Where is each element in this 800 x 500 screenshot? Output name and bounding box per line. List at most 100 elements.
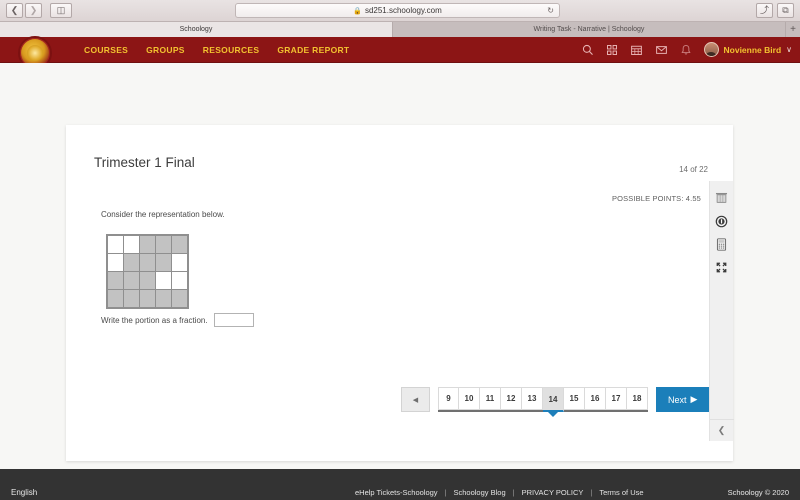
grid-cell-4-5 [172,290,187,307]
representation-grid [106,234,189,309]
next-label: Next [668,394,687,405]
grid-cell-2-2 [124,254,139,271]
messages-envelope-icon[interactable] [655,44,668,56]
page-number-17[interactable]: 17 [606,387,627,410]
collapse-rail-button[interactable]: ❮ [709,419,734,441]
chevron-down-icon: ∨ [786,45,792,54]
grid-cell-1-3 [140,236,155,253]
nav-item-resources[interactable]: RESOURCES [203,45,260,55]
back-button[interactable]: ❮ [6,3,23,18]
footer-link-terms-of-use[interactable]: Terms of Use [599,488,643,497]
grid-cell-4-3 [140,290,155,307]
page-title: Trimester 1 Final [94,155,195,170]
grid-cell-2-5 [172,254,187,271]
schoology-header: COURSES GROUPS RESOURCES GRADE REPORT No… [0,35,800,70]
language-selector[interactable]: English [11,488,37,497]
search-icon[interactable] [582,44,594,56]
page-number-14[interactable]: 14 [543,387,564,412]
grid-cell-4-2 [124,290,139,307]
nav-item-courses[interactable]: COURSES [84,45,128,55]
tab-label: Schoology [179,26,213,33]
grid-cell-3-1 [108,272,123,289]
new-tab-icon: ⧉ [782,5,789,15]
avatar [703,42,719,57]
url-text: sd251.schoology.com [364,6,442,15]
next-page-button[interactable]: Next ▶ [656,387,710,412]
chevron-right-icon: ❯ [29,5,38,15]
share-icon: ⤴ [759,5,769,15]
reload-icon[interactable]: ↻ [547,6,554,15]
page-body: Trimester 1 Final 14 of 22 POSSIBLE POIN… [0,63,800,469]
nav-item-groups[interactable]: GROUPS [146,45,185,55]
browser-actions: ⤴ ⧉ [756,3,794,18]
question-prompt: Consider the representation below. [101,210,225,219]
grid-cell-1-4 [156,236,171,253]
courses-grid-icon[interactable] [606,44,618,56]
browser-tab-writing-task[interactable]: Writing Task - Narrative | Schoology [393,22,786,37]
footer-copyright: Schoology © 2020 [727,487,789,497]
question-counter: 14 of 22 [679,165,708,174]
page-number-13[interactable]: 13 [522,387,543,410]
fullscreen-expand-icon[interactable] [710,256,734,279]
lock-icon: 🔒 [353,7,362,15]
answer-label: Write the portion as a fraction. [101,315,208,325]
page-number-16[interactable]: 16 [585,387,606,410]
grid-cell-3-3 [140,272,155,289]
new-tab-overview-button[interactable]: ⧉ [777,3,794,18]
page-number-18[interactable]: 18 [627,387,648,410]
calculator-icon[interactable] [710,233,734,256]
page-number-9[interactable]: 9 [438,387,459,410]
grid-cell-1-2 [124,236,139,253]
footer-link-ehelp-tickets[interactable]: eHelp Tickets-Schoology [355,488,438,497]
site-footer: English eHelp Tickets-Schoology | School… [0,469,800,500]
grid-cell-3-4 [156,272,171,289]
grid-cell-2-1 [108,254,123,271]
forward-button[interactable]: ❯ [25,3,42,18]
sidebar-toggle-icon: ◫ [56,5,66,15]
chevron-left-icon: ❮ [10,5,19,15]
chevron-left-icon: ❮ [717,425,726,435]
quiz-tool-rail: ❮ [709,181,734,441]
triangle-right-icon: ▶ [690,394,698,404]
grid-cell-4-4 [156,290,171,307]
page-number-11[interactable]: 11 [480,387,501,410]
nav-item-grade-report[interactable]: GRADE REPORT [277,45,349,55]
page-number-10[interactable]: 10 [459,387,480,410]
calendar-icon[interactable] [630,44,643,56]
grid-cell-1-5 [172,236,187,253]
address-bar[interactable]: 🔒 sd251.schoology.com ↻ [235,3,560,18]
new-tab-button[interactable]: + [786,22,800,37]
main-navigation: COURSES GROUPS RESOURCES GRADE REPORT [84,45,349,55]
info-circle-icon[interactable] [710,210,734,233]
grid-cell-4-1 [108,290,123,307]
page-number-15[interactable]: 15 [564,387,585,410]
notifications-bell-icon[interactable] [680,44,692,56]
footer-separator: | [512,487,515,497]
footer-separator: | [590,487,593,497]
grid-cell-2-4 [156,254,171,271]
sidebar-toggle-button[interactable]: ◫ [50,3,72,18]
triangle-left-icon: ◀ [412,396,419,404]
fraction-answer-input[interactable] [213,313,254,327]
tab-label: Writing Task - Narrative | Schoology [533,26,645,33]
browser-nav-group: ❮ ❯ ◫ [6,3,72,18]
calculator-keypad-icon[interactable] [710,187,734,210]
browser-toolbar: ❮ ❯ ◫ 🔒 sd251.schoology.com ↻ ⤴ ⧉ [0,0,800,22]
grid-cell-1-1 [108,236,123,253]
page-number-12[interactable]: 12 [501,387,522,410]
pagination: ◀ 9 10 11 12 13 14 15 16 17 18 Next ▶ [401,387,710,412]
grid-cell-3-5 [172,272,187,289]
footer-link-schoology-blog[interactable]: Schoology Blog [454,488,506,497]
header-utility-bar: Novienne Bird ∨ [582,42,792,57]
share-button[interactable]: ⤴ [756,3,773,18]
quiz-content-card: Trimester 1 Final 14 of 22 POSSIBLE POIN… [66,125,734,461]
possible-points-label: POSSIBLE POINTS: 4.55 [611,194,701,203]
page-number-list: 9 10 11 12 13 14 15 16 17 18 [438,387,648,412]
footer-separator: | [444,487,447,497]
answer-row: Write the portion as a fraction. [101,313,254,327]
browser-tab-schoology[interactable]: Schoology [0,22,393,37]
footer-link-privacy-policy[interactable]: PRIVACY POLICY [522,488,584,497]
user-menu[interactable]: Novienne Bird ∨ [703,42,792,57]
user-name: Novienne Bird [723,44,782,55]
previous-page-button[interactable]: ◀ [401,387,430,412]
